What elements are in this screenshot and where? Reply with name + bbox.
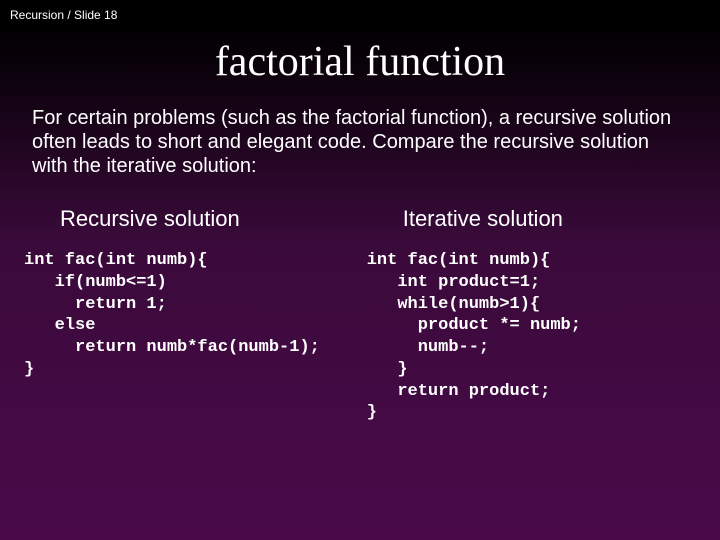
- slide-title: factorial function: [0, 38, 720, 86]
- slide: Recursion / Slide 18 factorial function …: [0, 0, 720, 540]
- slide-header: Recursion / Slide 18: [0, 0, 720, 22]
- intro-paragraph: For certain problems (such as the factor…: [0, 106, 720, 178]
- recursive-column: Recursive solution int fac(int numb){ if…: [24, 206, 367, 424]
- recursive-heading: Recursive solution: [24, 206, 367, 232]
- iterative-code: int fac(int numb){ int product=1; while(…: [367, 250, 696, 424]
- columns: Recursive solution int fac(int numb){ if…: [0, 206, 720, 424]
- iterative-heading: Iterative solution: [367, 206, 696, 232]
- iterative-column: Iterative solution int fac(int numb){ in…: [367, 206, 696, 424]
- recursive-code: int fac(int numb){ if(numb<=1) return 1;…: [24, 250, 367, 381]
